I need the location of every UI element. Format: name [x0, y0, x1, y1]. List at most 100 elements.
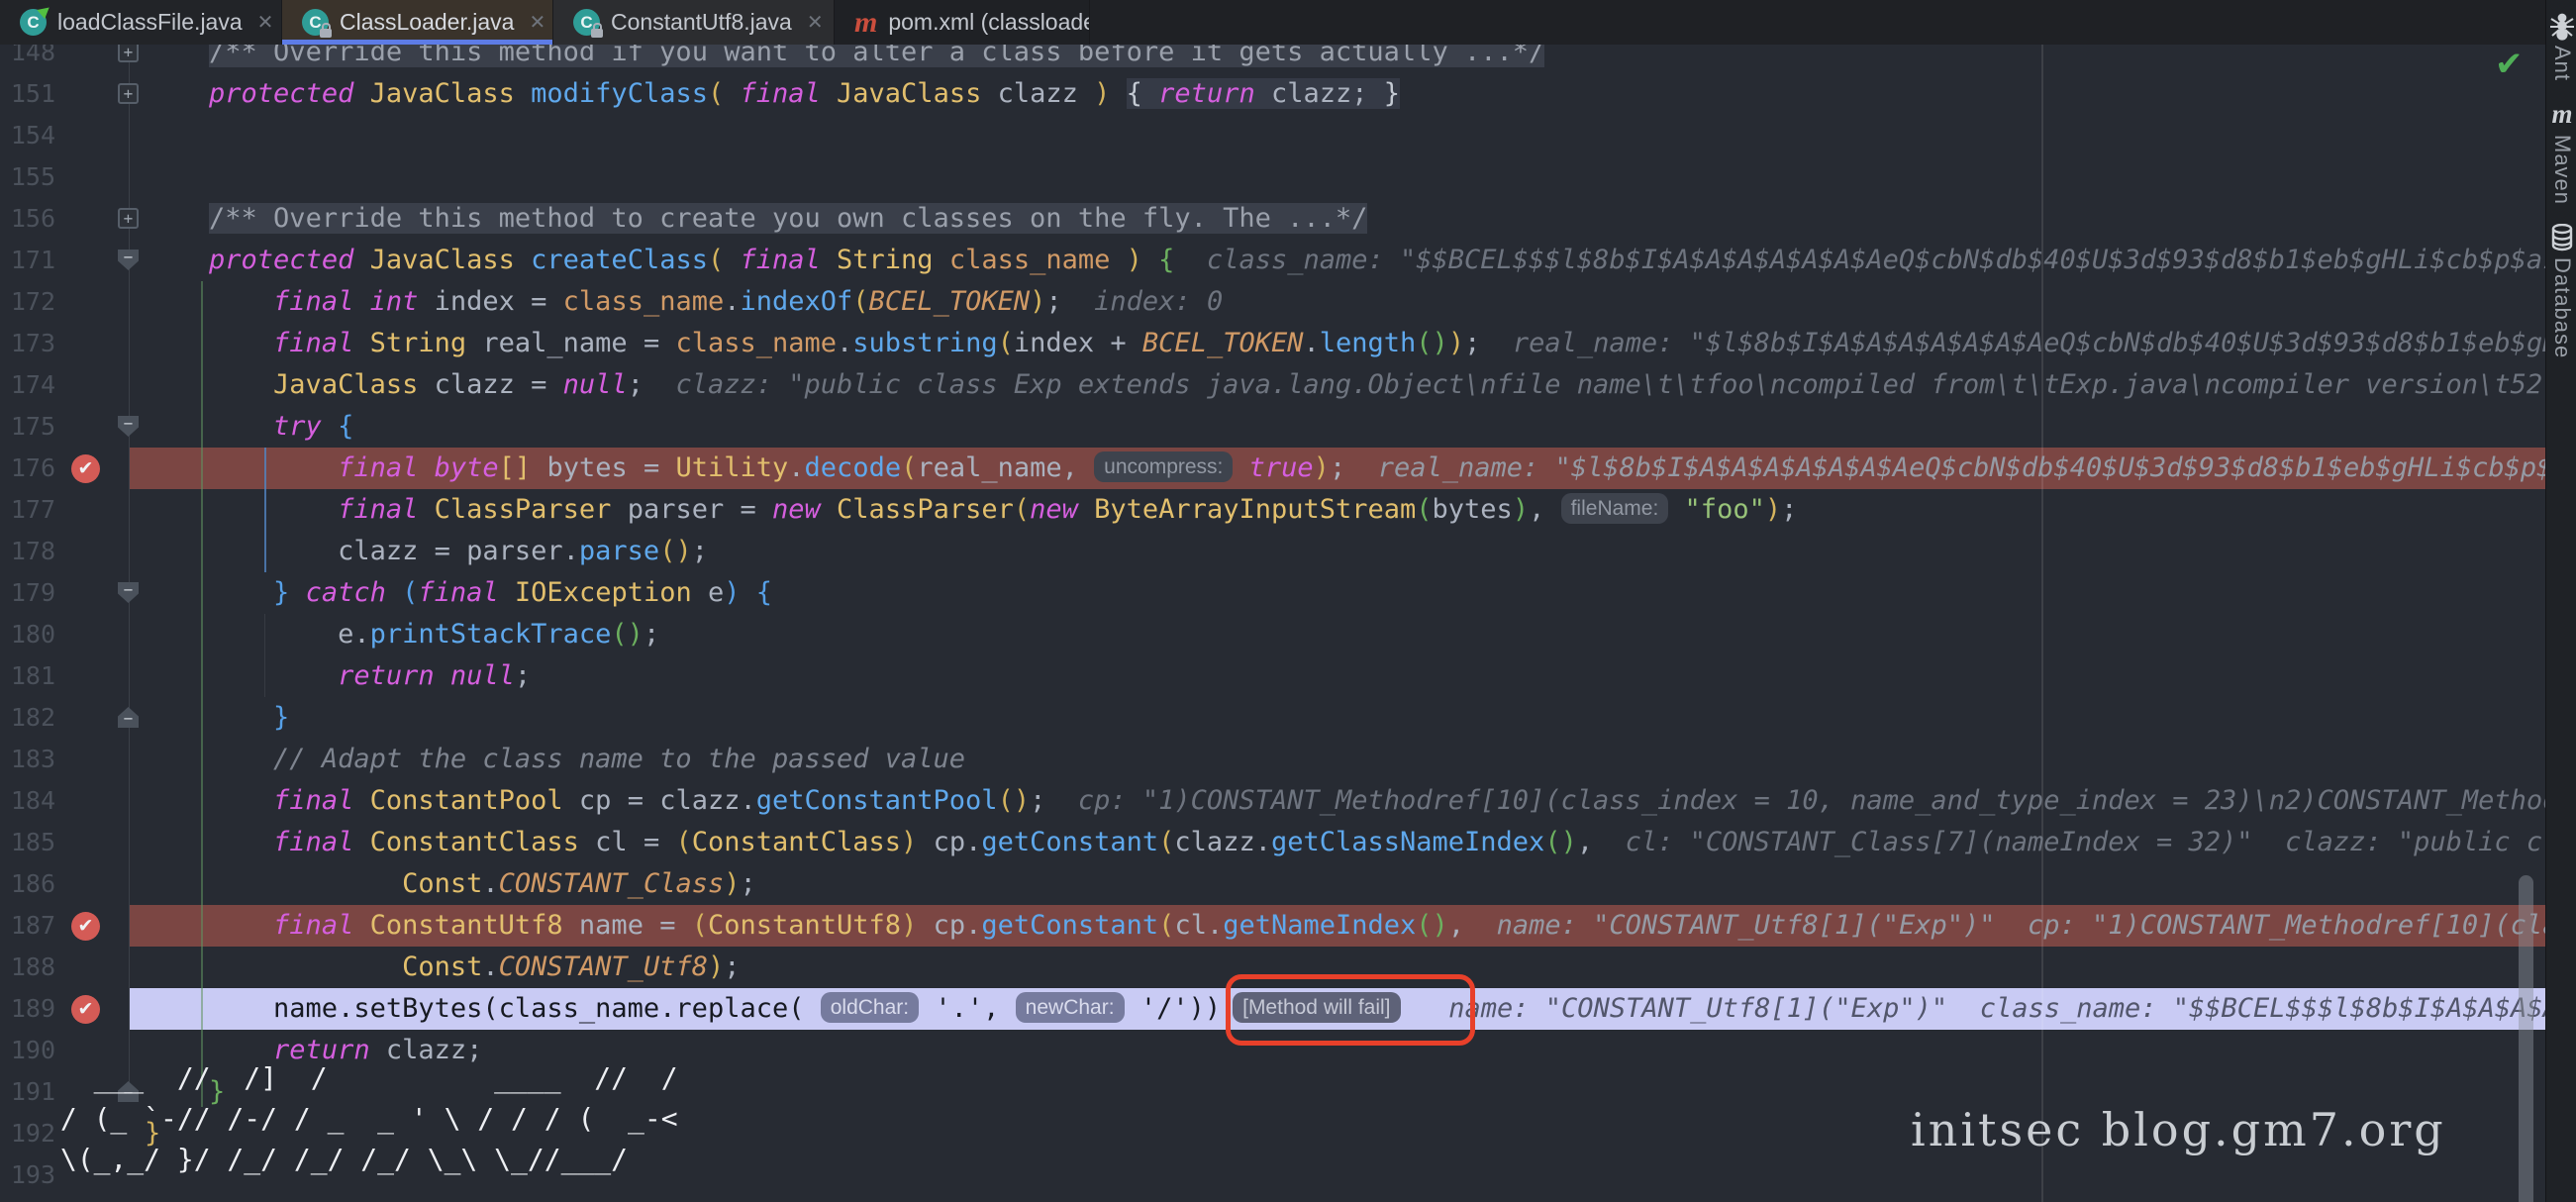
code-line-181[interactable]: 181 return null; — [0, 655, 2545, 697]
tab-constantutf8-java[interactable]: ConstantUtf8.java✕ — [553, 0, 835, 45]
code-token: ConstantUtf8 — [708, 910, 901, 941]
line-number[interactable]: 181 — [0, 655, 55, 697]
line-number[interactable]: 180 — [0, 614, 55, 655]
code-token: e. — [145, 619, 370, 650]
code-text: } catch (final IOException e) { — [145, 572, 772, 614]
stripe-button-database[interactable]: Database — [2549, 257, 2575, 358]
java-class-lock-icon — [573, 9, 600, 36]
code-token: ) — [1448, 328, 1464, 358]
code-token: ( — [675, 827, 691, 857]
inspections-ok-check-icon[interactable]: ✔ — [2495, 48, 2524, 81]
line-number[interactable]: 176 — [0, 448, 55, 489]
fold-marker-plus[interactable]: + — [118, 83, 139, 104]
breakpoint-icon[interactable] — [71, 995, 100, 1024]
code-token: ( — [402, 577, 418, 608]
code-text: final ClassParser parser = new ClassPars… — [145, 489, 1797, 531]
code-token — [145, 494, 338, 525]
close-tab-icon[interactable]: ✕ — [257, 10, 274, 35]
fold-marker-open[interactable]: − — [118, 582, 139, 603]
code-line-176[interactable]: 176 final byte[] bytes = Utility.decode(… — [0, 448, 2545, 489]
tool-window-stripe: Ant m Maven Database — [2545, 0, 2576, 1202]
fold-marker-plus[interactable]: + — [118, 42, 139, 62]
code-line-187[interactable]: 187 final ConstantUtf8 name = (ConstantU… — [0, 905, 2545, 947]
code-line-178[interactable]: 178 clazz = parser.parse(); — [0, 531, 2545, 572]
code-token: clazz = — [435, 369, 563, 400]
breakpoint-icon[interactable] — [71, 454, 100, 483]
tab-loadclassfile-java[interactable]: loadClassFile.java✕ — [0, 0, 282, 45]
line-number[interactable]: 156 — [0, 198, 55, 240]
stripe-button-ant[interactable]: Ant — [2549, 46, 2575, 81]
code-token: BCEL_TOKEN — [869, 286, 1031, 317]
line-number[interactable]: 173 — [0, 323, 55, 364]
line-number[interactable]: 184 — [0, 780, 55, 822]
code-line-185[interactable]: 185 final ConstantClass cl = (ConstantCl… — [0, 822, 2545, 863]
code-line-175[interactable]: 175− try { — [0, 406, 2545, 448]
tab-pom-xml-classloader-[interactable]: mpom.xml (classloader)✕ — [835, 0, 1090, 45]
stripe-button-maven[interactable]: Maven — [2549, 135, 2575, 205]
code-line-171[interactable]: 171 − protected JavaClass createClass( fi… — [0, 240, 2545, 281]
code-line-155[interactable]: 155 — [0, 156, 2545, 198]
code-token: true — [1233, 452, 1313, 483]
line-number[interactable]: 171 — [0, 240, 55, 281]
fold-marker-close[interactable]: − — [118, 707, 139, 728]
database-icon[interactable] — [2549, 224, 2575, 256]
line-number[interactable]: 186 — [0, 863, 55, 905]
ant-icon[interactable] — [2549, 12, 2575, 47]
code-token: index = — [435, 286, 563, 317]
line-number[interactable]: 178 — [0, 531, 55, 572]
line-number[interactable]: 188 — [0, 947, 55, 988]
code-line-184[interactable]: 184 final ConstantPool cp = clazz.getCon… — [0, 780, 2545, 822]
line-number[interactable]: 174 — [0, 364, 55, 406]
code-token: () — [659, 536, 692, 566]
code-line-182[interactable]: 182− } — [0, 697, 2545, 739]
line-number[interactable]: 175 — [0, 406, 55, 448]
close-tab-icon[interactable]: ✕ — [529, 10, 545, 35]
code-token — [145, 660, 338, 691]
line-number[interactable]: 172 — [0, 281, 55, 323]
code-line-177[interactable]: 177 final ClassParser parser = new Class… — [0, 489, 2545, 531]
line-number[interactable]: 183 — [0, 739, 55, 780]
vertical-scrollbar-thumb[interactable] — [2519, 875, 2533, 1202]
code-line-151[interactable]: 151+ protected JavaClass modifyClass( fi… — [0, 73, 2545, 115]
code-line-156[interactable]: 156+ /** Override this method to create … — [0, 198, 2545, 240]
code-line-174[interactable]: 174 JavaClass clazz = null; clazz: "publ… — [0, 364, 2545, 406]
maven-icon[interactable]: m — [2549, 99, 2575, 129]
code-token: . — [788, 452, 804, 483]
code-text: final int index = class_name.indexOf(BCE… — [145, 281, 1223, 323]
fold-marker-open[interactable]: − — [118, 416, 139, 437]
code-line-180[interactable]: 180 e.printStackTrace(); — [0, 614, 2545, 655]
code-token: final — [740, 245, 837, 275]
code-line-186[interactable]: 186 Const.CONSTANT_Class); — [0, 863, 2545, 905]
line-number[interactable]: 154 — [0, 115, 55, 156]
code-token: null — [563, 369, 628, 400]
fold-marker-open[interactable]: − — [118, 250, 139, 270]
line-number[interactable]: 182 — [0, 697, 55, 739]
line-number[interactable]: 177 — [0, 489, 55, 531]
fold-marker-plus[interactable]: + — [118, 208, 139, 229]
tab-label: pom.xml (classloader) — [888, 9, 1090, 36]
tab-classloader-java[interactable]: ClassLoader.java ✕ — [282, 0, 553, 45]
code-token: ( — [1158, 910, 1174, 941]
code-token — [145, 952, 402, 982]
code-token: clazz. — [1174, 827, 1271, 857]
java-class-run-icon — [20, 9, 47, 36]
code-line-172[interactable]: 172 final int index = class_name.indexOf… — [0, 281, 2545, 323]
line-number[interactable]: 189 — [0, 988, 55, 1030]
code-token: ; — [1781, 494, 1797, 525]
close-tab-icon[interactable]: ✕ — [807, 10, 824, 35]
code-line-183[interactable]: 183 // Adapt the class name to the passe… — [0, 739, 2545, 780]
breakpoint-icon[interactable] — [71, 912, 100, 941]
line-number[interactable]: 151 — [0, 73, 55, 115]
code-line-173[interactable]: 173 final String real_name = class_name.… — [0, 323, 2545, 364]
line-number[interactable]: 185 — [0, 822, 55, 863]
code-token: clazz = parser. — [145, 536, 579, 566]
inline-debugger-hint: class_name: "$$BCEL$$$l$8b$I$A$A$A$A$A$A… — [1174, 245, 2545, 275]
line-number[interactable]: 155 — [0, 156, 55, 198]
tab-label: ClassLoader.java — [340, 9, 514, 36]
code-text: protected JavaClass createClass( final S… — [145, 240, 2545, 281]
code-token: () — [1416, 910, 1448, 941]
line-number[interactable]: 187 — [0, 905, 55, 947]
line-number[interactable]: 179 — [0, 572, 55, 614]
code-line-179[interactable]: 179 − } catch (final IOException e) { — [0, 572, 2545, 614]
code-line-154[interactable]: 154 — [0, 115, 2545, 156]
